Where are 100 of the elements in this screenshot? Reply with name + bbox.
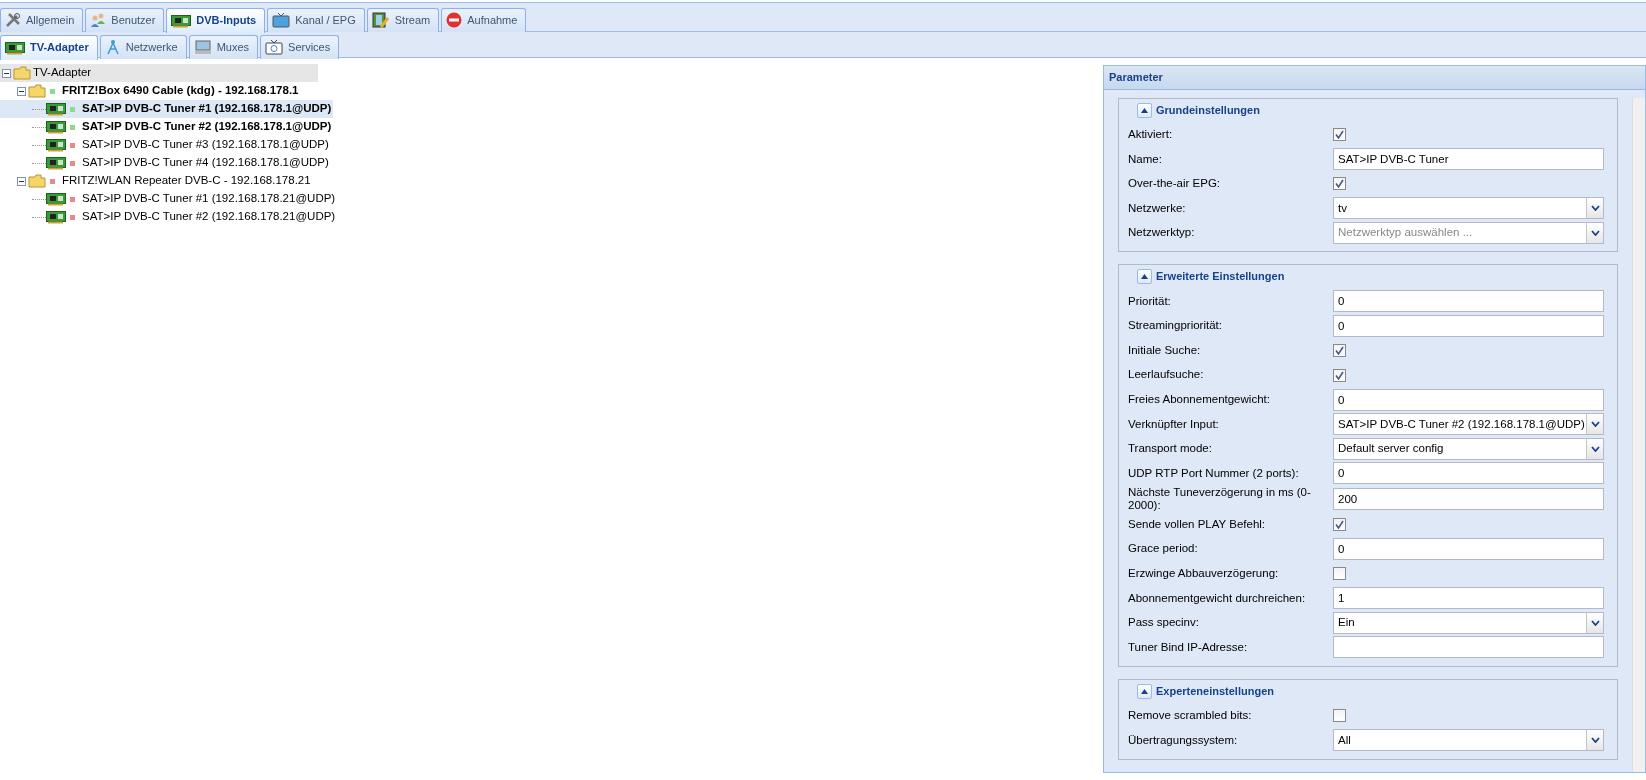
caret-up-icon: [1141, 107, 1148, 113]
panel-title: Parameter: [1104, 66, 1645, 90]
circuit-card-icon: [46, 209, 66, 225]
dropdown-field[interactable]: SAT>IP DVB-C Tuner #2 (192.168.178.1@UDP): [1333, 413, 1604, 436]
circuit-card-icon: [5, 39, 25, 56]
input-field[interactable]: [1333, 636, 1604, 659]
people-icon: [90, 12, 107, 28]
tab[interactable]: Netzwerke: [99, 35, 187, 59]
tree-row[interactable]: SAT>IP DVB-C Tuner #4 (192.168.178.1@UDP): [0, 154, 331, 172]
field-label: Freies Abonnementgewicht:: [1128, 393, 1271, 407]
scrollbar[interactable]: [1632, 97, 1645, 772]
expand-toggle[interactable]: [17, 86, 26, 96]
circuit-card-icon: [46, 119, 66, 135]
tab[interactable]: Allgemein: [0, 8, 84, 32]
checkbox[interactable]: [1333, 128, 1346, 142]
tree-label: SAT>IP DVB-C Tuner #3 (192.168.178.1@UDP): [81, 137, 330, 153]
expand-toggle[interactable]: [2, 68, 11, 78]
section-title: Grundeinstellungen: [1156, 102, 1260, 118]
field-label: Remove scrambled bits:: [1128, 709, 1253, 723]
input-field[interactable]: 200: [1333, 487, 1604, 510]
field-label: Grace period:: [1128, 542, 1199, 556]
antenna-icon: [104, 39, 121, 55]
collapse-button[interactable]: [1137, 269, 1152, 285]
tree-row[interactable]: SAT>IP DVB-C Tuner #1 (192.168.178.1@UDP): [0, 100, 334, 118]
tab[interactable]: Aufnahme: [441, 8, 527, 32]
input-field[interactable]: SAT>IP DVB-C Tuner: [1333, 148, 1604, 171]
collapse-button[interactable]: [1137, 102, 1152, 118]
tab[interactable]: Muxes: [188, 35, 259, 59]
field-label: UDP RTP Port Nummer (2 ports):: [1128, 466, 1300, 481]
field-label: Sende vollen PLAY Befehl:: [1128, 517, 1267, 532]
dropdown-field[interactable]: Default server config: [1333, 437, 1604, 460]
tab[interactable]: Kanal / EPG: [267, 8, 365, 32]
caret-up-icon: [1141, 688, 1148, 694]
tv-icon: [272, 12, 291, 28]
dropdown-field[interactable]: Ein: [1333, 611, 1604, 634]
input-field[interactable]: 0: [1333, 290, 1604, 313]
chevron-down-icon: [1590, 619, 1600, 626]
checkbox[interactable]: [1333, 517, 1346, 531]
expand-toggle[interactable]: [17, 176, 26, 186]
tree-label: FRITZ!Box 6490 Cable (kdg) - 192.168.178.1: [61, 83, 300, 99]
input-field[interactable]: 0: [1333, 388, 1604, 411]
field-label: Transport mode:: [1128, 442, 1213, 456]
check-icon: [1335, 130, 1344, 140]
tree-label: FRITZ!WLAN Repeater DVB-C - 192.168.178.21: [61, 173, 312, 189]
tree-row[interactable]: FRITZ!Box 6490 Cable (kdg) - 192.168.178.1: [0, 82, 318, 100]
chevron-down-icon: [1590, 205, 1600, 212]
section-title: Experteneinstellungen: [1156, 683, 1274, 699]
input-field[interactable]: 1: [1333, 587, 1604, 610]
field-label: Nächste Tuneverzögerung in ms (0-2000):: [1128, 485, 1312, 513]
field-label: Initiale Suche:: [1128, 343, 1202, 358]
input-field[interactable]: 0: [1333, 538, 1604, 561]
field-label: Netzwerke:: [1128, 201, 1187, 215]
input-field[interactable]: 0: [1333, 314, 1604, 337]
circuit-card-icon: [171, 12, 192, 29]
checkbox[interactable]: [1333, 709, 1346, 723]
input-field[interactable]: 0: [1333, 462, 1604, 485]
tree-row[interactable]: SAT>IP DVB-C Tuner #1 (192.168.178.21@UDP): [0, 190, 338, 208]
field-label: Name:: [1128, 152, 1163, 166]
field-label: Aktiviert:: [1128, 127, 1174, 142]
field-label: Over-the-air EPG:: [1128, 177, 1222, 191]
field-label: Pass specinv:: [1128, 616, 1200, 630]
tab[interactable]: Stream: [366, 8, 440, 32]
folder-icon: [28, 84, 46, 98]
chevron-down-icon: [1590, 737, 1600, 744]
dropdown-field[interactable]: tv: [1333, 197, 1604, 220]
tab[interactable]: TV-Adapter: [0, 35, 98, 60]
tree-row[interactable]: FRITZ!WLAN Repeater DVB-C - 192.168.178.21: [0, 172, 318, 190]
tab[interactable]: DVB-Inputs: [166, 8, 266, 33]
checkbox[interactable]: [1333, 567, 1346, 581]
tools-icon: [5, 12, 21, 28]
field-label: Priorität:: [1128, 294, 1172, 308]
tab[interactable]: Services: [260, 35, 340, 59]
collapse-button[interactable]: [1137, 683, 1152, 699]
field-label: Abonnementgewicht durchreichen:: [1128, 591, 1307, 605]
checkbox[interactable]: [1333, 177, 1346, 191]
tree-label: SAT>IP DVB-C Tuner #1 (192.168.178.1@UDP): [81, 101, 333, 117]
field-label: Streamingpriorität:: [1128, 319, 1223, 333]
monitor-icon: [193, 39, 212, 55]
dropdown-field[interactable]: Netzwerktyp auswählen ...: [1333, 221, 1604, 244]
field-label: Erzwinge Abbauverzögerung:: [1128, 567, 1280, 581]
chevron-down-icon: [1590, 445, 1600, 452]
check-icon: [1335, 345, 1344, 355]
film-icon: [371, 12, 390, 28]
folder-icon: [13, 66, 31, 80]
circuit-card-icon: [46, 101, 66, 117]
tree-row[interactable]: SAT>IP DVB-C Tuner #2 (192.168.178.21@UDP): [0, 208, 338, 226]
tree-label: SAT>IP DVB-C Tuner #2 (192.168.178.21@UDP): [81, 209, 337, 225]
tree-label: SAT>IP DVB-C Tuner #2 (192.168.178.1@UDP): [81, 119, 333, 135]
tree-row[interactable]: SAT>IP DVB-C Tuner #3 (192.168.178.1@UDP): [0, 136, 331, 154]
checkbox[interactable]: [1333, 343, 1346, 357]
tab[interactable]: Benutzer: [85, 8, 165, 32]
tree-row[interactable]: SAT>IP DVB-C Tuner #2 (192.168.178.1@UDP): [0, 118, 334, 136]
tree-row[interactable]: TV-Adapter: [0, 64, 318, 82]
tv-icon: [265, 39, 284, 55]
folder-icon: [28, 174, 46, 188]
circuit-card-icon: [46, 191, 66, 207]
dropdown-field[interactable]: All: [1333, 729, 1604, 752]
field-label: Leerlaufsuche:: [1128, 368, 1205, 382]
checkbox[interactable]: [1333, 368, 1346, 382]
check-icon: [1335, 519, 1344, 529]
